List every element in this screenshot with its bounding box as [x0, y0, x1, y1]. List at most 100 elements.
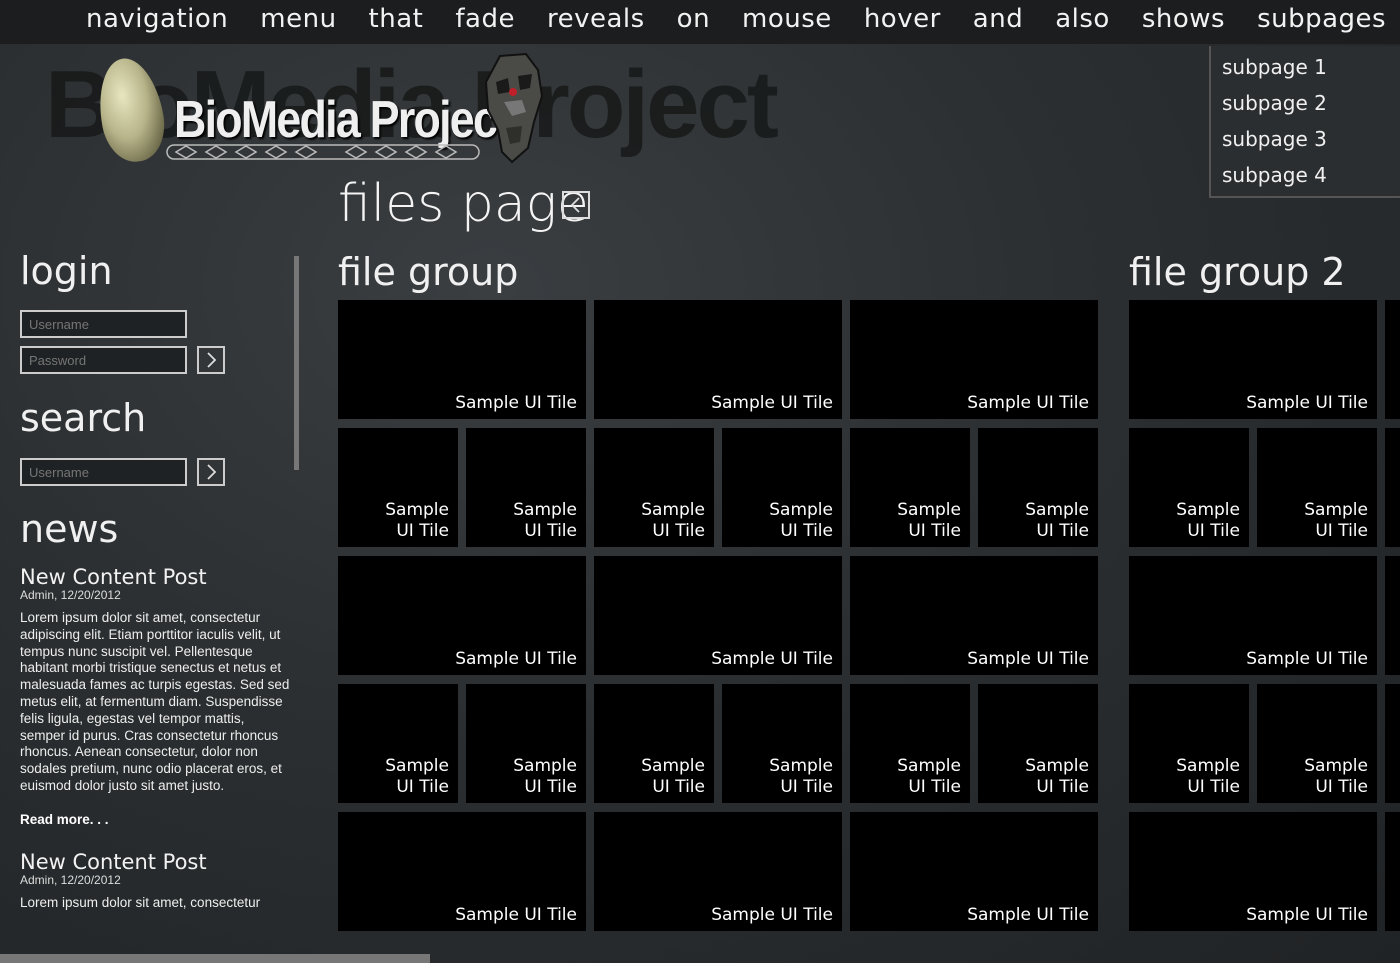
sample-tile[interactable]: Sample UI Tile	[1129, 300, 1377, 419]
sample-tile[interactable]: Sample UI Tile	[338, 300, 586, 419]
sample-tile[interactable]: SampleUI Tile	[594, 684, 714, 803]
nav-item-also[interactable]: also	[1039, 0, 1126, 38]
sample-tile[interactable]: Sample UI Tile	[594, 300, 842, 419]
sample-tile[interactable]: Sample UI Tile	[594, 812, 842, 931]
sample-tile[interactable]: Sample UI Tile	[1129, 556, 1377, 675]
news-post-title[interactable]: New Content Post	[20, 565, 207, 589]
nav-item-on[interactable]: on	[661, 0, 726, 38]
nav-item-subpages[interactable]: subpages	[1241, 0, 1400, 38]
logo-text[interactable]: BioMedia Project	[174, 90, 511, 150]
nav-item-navigation[interactable]: navigation	[70, 0, 244, 38]
sample-tile[interactable]: SampleUI Tile	[978, 684, 1098, 803]
tile-label-line: Sample	[385, 500, 449, 520]
tile-label-line: Sample	[1176, 756, 1240, 776]
tile-label-line: UI Tile	[1315, 777, 1368, 797]
sample-tile[interactable]: SampleUI Tile	[1257, 428, 1377, 547]
read-more-link[interactable]: Read more. . .	[20, 812, 109, 827]
page-title: files page	[338, 174, 589, 234]
tile-label-line: UI Tile	[652, 777, 705, 797]
sample-tile[interactable]: SampleUI Tile	[594, 428, 714, 547]
tile-label-line: UI Tile	[1036, 521, 1089, 541]
nav-item-menu[interactable]: menu	[244, 0, 352, 38]
sample-tile[interactable]: Sample UI Tile	[850, 300, 1098, 419]
chevron-left-icon	[570, 197, 580, 213]
back-button[interactable]	[562, 191, 590, 219]
login-submit-button[interactable]	[197, 346, 225, 374]
top-nav: navigation menu that fade reveals on mouse hove…	[0, 0, 1400, 44]
nav-item-reveals[interactable]: reveals	[531, 0, 661, 38]
sidebar-scrollbar[interactable]	[294, 256, 299, 470]
sample-tile[interactable]: Sample UI Tile	[1385, 812, 1400, 931]
search-heading: search	[20, 396, 147, 440]
sample-tile[interactable]: SampleUI Tile	[850, 428, 970, 547]
tile-label: Sample UI Tile	[1025, 500, 1089, 542]
sample-tile[interactable]: SampleUI Tile	[978, 428, 1098, 547]
sample-tile[interactable]: SampleUI Tile	[1257, 684, 1377, 803]
nav-item-hover[interactable]: hover	[848, 0, 957, 38]
news-heading: news	[20, 507, 119, 551]
tile-label: Sample UI Tile	[1246, 905, 1368, 925]
sample-tile[interactable]: Sample UI Tile	[850, 556, 1098, 675]
tile-label-line: Sample	[513, 500, 577, 520]
sample-tile[interactable]: SampleUI Tile	[1385, 428, 1400, 547]
tile-label-line: UI Tile	[1036, 777, 1089, 797]
password-field[interactable]	[20, 346, 187, 374]
sample-tile[interactable]: SampleUI Tile	[466, 428, 586, 547]
tile-label-line: UI Tile	[524, 521, 577, 541]
tile-label-line: Sample	[1025, 756, 1089, 776]
tile-label: Sample UI Tile	[455, 649, 577, 669]
sample-tile[interactable]: Sample UI Tile	[1129, 812, 1377, 931]
news-post-body: Lorem ipsum dolor sit amet, consectetur	[20, 895, 261, 910]
submenu-item[interactable]: subpage 3	[1211, 121, 1400, 157]
tile-label-line: Sample	[641, 756, 705, 776]
sample-tile[interactable]: SampleUI Tile	[1385, 684, 1400, 803]
tile-label: Sample UI Tile	[641, 756, 705, 798]
tile-label: Sample UI Tile	[1246, 393, 1368, 413]
nav-item-mouse[interactable]: mouse	[726, 0, 848, 38]
logo-glyph-strip	[166, 144, 480, 160]
login-heading: login	[20, 249, 113, 293]
tile-label: Sample UI Tile	[455, 905, 577, 925]
sample-tile[interactable]: SampleUI Tile	[338, 684, 458, 803]
sample-tile[interactable]: Sample UI Tile	[594, 556, 842, 675]
horizontal-scrollbar[interactable]	[0, 954, 430, 963]
nav-item-and[interactable]: and	[957, 0, 1039, 38]
tile-label: Sample UI Tile	[1176, 500, 1240, 542]
search-submit-button[interactable]	[197, 458, 225, 486]
tile-label-line: UI Tile	[908, 777, 961, 797]
submenu-item[interactable]: subpage 4	[1211, 157, 1400, 193]
tile-label-line: Sample	[897, 500, 961, 520]
sample-tile[interactable]: SampleUI Tile	[722, 428, 842, 547]
tile-label-line: Sample	[641, 500, 705, 520]
nav-item-that[interactable]: that	[353, 0, 440, 38]
search-input[interactable]	[20, 458, 187, 486]
sample-tile[interactable]: SampleUI Tile	[722, 684, 842, 803]
sample-tile[interactable]: SampleUI Tile	[338, 428, 458, 547]
nav-item-fade[interactable]: fade	[439, 0, 531, 38]
tile-label: Sample UI Tile	[967, 393, 1089, 413]
tile-label-line: Sample	[1176, 500, 1240, 520]
news-post-title[interactable]: New Content Post	[20, 850, 207, 874]
submenu-item[interactable]: subpage 2	[1211, 85, 1400, 121]
tile-label-line: Sample	[1304, 756, 1368, 776]
tile-label-line: Sample	[769, 500, 833, 520]
tile-label: Sample UI Tile	[769, 500, 833, 542]
sample-tile[interactable]: SampleUI Tile	[1129, 684, 1249, 803]
sample-tile[interactable]: SampleUI Tile	[466, 684, 586, 803]
tile-label-line: UI Tile	[780, 521, 833, 541]
sample-tile[interactable]: Sample UI Tile	[850, 812, 1098, 931]
sample-tile[interactable]: SampleUI Tile	[850, 684, 970, 803]
sample-tile[interactable]: Sample UI Tile	[338, 556, 586, 675]
tile-label: Sample UI Tile	[1025, 756, 1089, 798]
sample-tile[interactable]: Sample UI Tile	[1385, 556, 1400, 675]
sample-tile[interactable]: Sample UI Tile	[338, 812, 586, 931]
nav-item-shows[interactable]: shows	[1126, 0, 1241, 38]
sample-tile[interactable]: SampleUI Tile	[1129, 428, 1249, 547]
tile-label: Sample UI Tile	[897, 500, 961, 542]
group-title: file group 2	[1129, 250, 1346, 294]
sample-tile[interactable]: Sample UI Tile	[1385, 300, 1400, 419]
submenu-item[interactable]: subpage 1	[1211, 49, 1400, 85]
tile-label-line: UI Tile	[1187, 521, 1240, 541]
tile-label-line: UI Tile	[524, 777, 577, 797]
username-field[interactable]	[20, 310, 187, 338]
